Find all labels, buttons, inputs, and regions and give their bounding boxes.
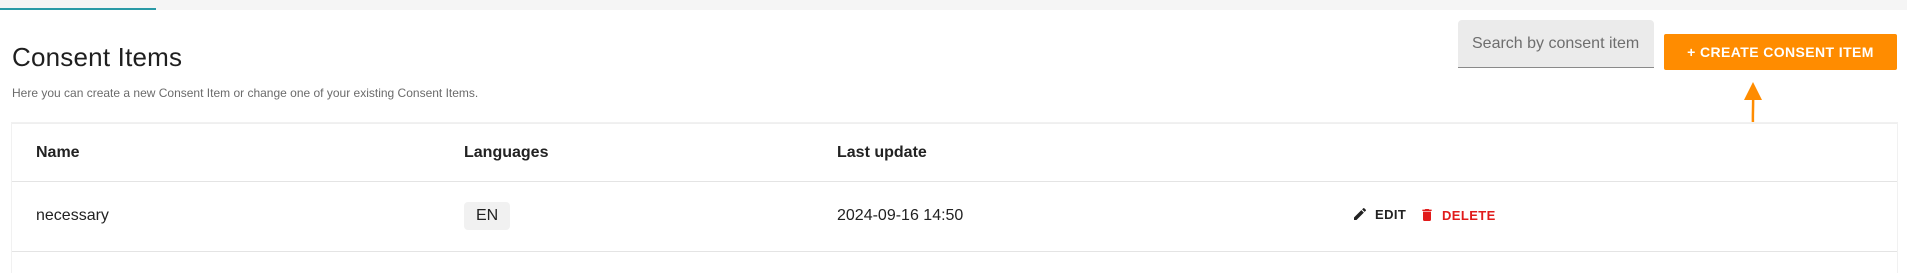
active-tab-indicator bbox=[0, 8, 156, 10]
column-header-name[interactable]: Name bbox=[36, 144, 80, 162]
row-last-update: 2024-09-16 14:50 bbox=[837, 207, 964, 224]
delete-label: DELETE bbox=[1442, 207, 1496, 223]
page-title: Consent Items bbox=[12, 42, 183, 72]
row-name: necessary bbox=[36, 207, 109, 224]
create-consent-item-button[interactable]: + CREATE CONSENT ITEM bbox=[1664, 34, 1897, 70]
page-subtitle: Here you can create a new Consent Item o… bbox=[12, 86, 479, 100]
pencil-icon bbox=[1354, 207, 1367, 220]
column-header-languages[interactable]: Languages bbox=[464, 144, 548, 162]
consent-items-table: Name Languages Last update necessary EN … bbox=[12, 123, 1897, 273]
edit-label: EDIT bbox=[1375, 206, 1407, 222]
search-input[interactable] bbox=[1470, 33, 1642, 54]
edit-button[interactable]: EDIT bbox=[1352, 206, 1406, 222]
column-header-last-update[interactable]: Last update bbox=[837, 144, 927, 162]
trash-icon bbox=[1422, 209, 1432, 221]
language-badge: EN bbox=[464, 202, 511, 230]
top-tab-strip bbox=[0, 0, 1907, 10]
table-row: necessary EN 2024-09-16 14:50 EDIT DELET… bbox=[12, 182, 1897, 252]
search-field[interactable] bbox=[1458, 20, 1654, 68]
table-header: Name Languages Last update bbox=[12, 124, 1897, 182]
delete-button[interactable]: DELETE bbox=[1419, 206, 1496, 224]
